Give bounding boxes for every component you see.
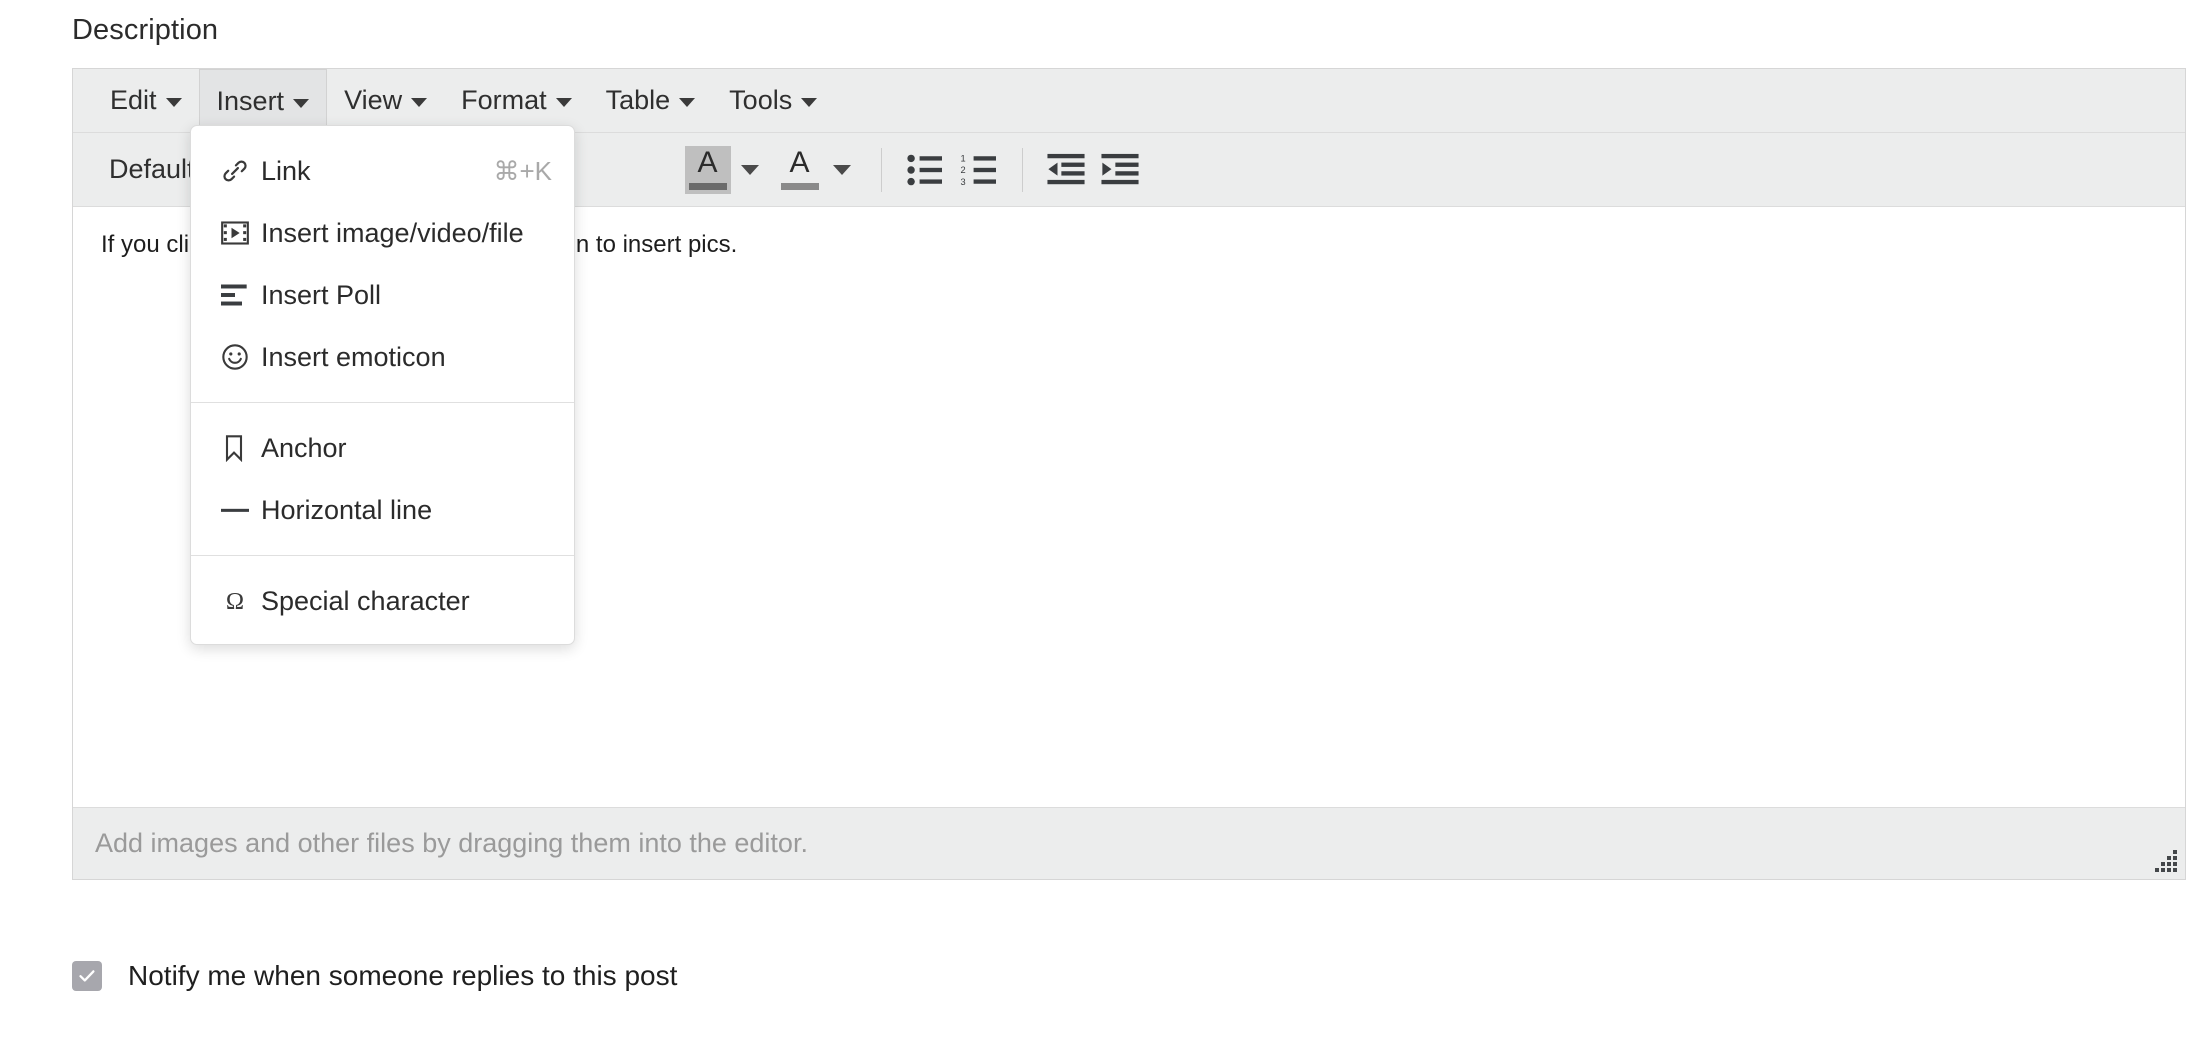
letter-a-foreground-color-icon: A <box>684 145 731 194</box>
menu-table[interactable]: Table <box>589 69 713 133</box>
menu-divider <box>191 402 574 403</box>
menu-item-link[interactable]: Link ⌘+K <box>191 140 574 202</box>
notify-checkbox[interactable] <box>72 961 102 991</box>
menu-item-link-label: Link <box>261 155 311 186</box>
checkmark-icon <box>79 970 95 982</box>
outdent-button[interactable] <box>1039 143 1093 197</box>
menu-view-label: View <box>344 85 403 115</box>
menu-edit[interactable]: Edit <box>93 69 199 133</box>
menu-item-insert-poll[interactable]: Insert Poll <box>191 264 574 326</box>
indent-icon <box>1101 153 1139 184</box>
toolbar-divider <box>880 147 882 192</box>
editor-menubar: Edit Insert View Format Table Tools <box>73 68 2185 133</box>
numbered-list-button[interactable]: 1 2 3 <box>952 143 1006 197</box>
chevron-down-icon <box>411 98 428 107</box>
notify-row: Notify me when someone replies to this p… <box>72 960 677 992</box>
description-editor-page: Description Edit Insert View Format Tabl… <box>0 0 2204 1040</box>
menu-format-label: Format <box>461 85 547 115</box>
menu-item-insert-poll-label: Insert Poll <box>261 279 382 310</box>
chevron-down-icon <box>165 98 182 107</box>
dropzone-label: Add images and other files by dragging t… <box>95 828 808 858</box>
link-icon <box>221 157 261 185</box>
menu-tools[interactable]: Tools <box>712 69 834 133</box>
menu-format[interactable]: Format <box>444 69 589 133</box>
background-color-button[interactable]: A <box>773 143 827 197</box>
bookmark-icon <box>221 434 261 462</box>
menu-item-special-character-label: Special character <box>261 585 470 616</box>
numbered-list-icon: 1 2 3 <box>960 153 996 186</box>
menu-item-special-character[interactable]: Ω Special character <box>191 570 574 632</box>
menu-divider <box>191 555 574 556</box>
menu-insert[interactable]: Insert <box>198 68 328 133</box>
insert-dropdown-menu: Link ⌘+K Insert image/video/file Insert … <box>190 125 575 645</box>
menu-item-insert-media[interactable]: Insert image/video/file <box>191 202 574 264</box>
svg-text:2: 2 <box>960 165 965 175</box>
text-color-button[interactable]: A <box>681 143 735 197</box>
bullet-list-button[interactable] <box>898 143 952 197</box>
omega-icon: Ω <box>221 587 261 615</box>
notify-label: Notify me when someone replies to this p… <box>128 960 678 991</box>
letter-a-background-color-icon: A <box>777 146 823 194</box>
text-color-dropdown-chevron-down-icon[interactable] <box>740 164 759 175</box>
menu-item-insert-media-label: Insert image/video/file <box>261 217 524 248</box>
svg-text:1: 1 <box>960 153 965 163</box>
menu-table-label: Table <box>605 85 671 115</box>
menu-view[interactable]: View <box>327 69 444 133</box>
page-title: Description <box>72 14 219 46</box>
menu-insert-label: Insert <box>216 85 285 116</box>
media-film-icon <box>221 220 261 246</box>
indent-button[interactable] <box>1093 143 1147 197</box>
menu-item-insert-emoticon-label: Insert emoticon <box>261 341 446 372</box>
menu-item-horizontal-line[interactable]: Horizontal line <box>191 479 574 541</box>
outdent-icon <box>1047 153 1085 184</box>
bullet-list-icon <box>906 154 942 185</box>
poll-icon <box>221 284 261 306</box>
svg-text:Ω: Ω <box>226 588 244 615</box>
chevron-down-icon <box>293 98 310 108</box>
background-color-dropdown-chevron-down-icon[interactable] <box>832 164 851 175</box>
editor-resize-handle[interactable] <box>2155 850 2177 872</box>
svg-text:3: 3 <box>960 176 965 186</box>
toolbar-divider <box>1021 147 1023 192</box>
menu-edit-label: Edit <box>110 85 157 115</box>
chevron-down-icon <box>679 98 696 107</box>
menu-item-anchor[interactable]: Anchor <box>191 417 574 479</box>
menu-item-link-shortcut: ⌘+K <box>493 155 552 186</box>
smiley-face-icon <box>221 343 261 371</box>
menu-item-anchor-label: Anchor <box>261 432 347 463</box>
chevron-down-icon <box>801 98 818 107</box>
horizontal-line-icon <box>221 505 261 515</box>
editor-dropzone: Add images and other files by dragging t… <box>73 807 2185 879</box>
chevron-down-icon <box>555 98 572 107</box>
menu-tools-label: Tools <box>729 85 793 115</box>
menu-item-insert-emoticon[interactable]: Insert emoticon <box>191 326 574 388</box>
menu-item-horizontal-line-label: Horizontal line <box>261 494 433 525</box>
